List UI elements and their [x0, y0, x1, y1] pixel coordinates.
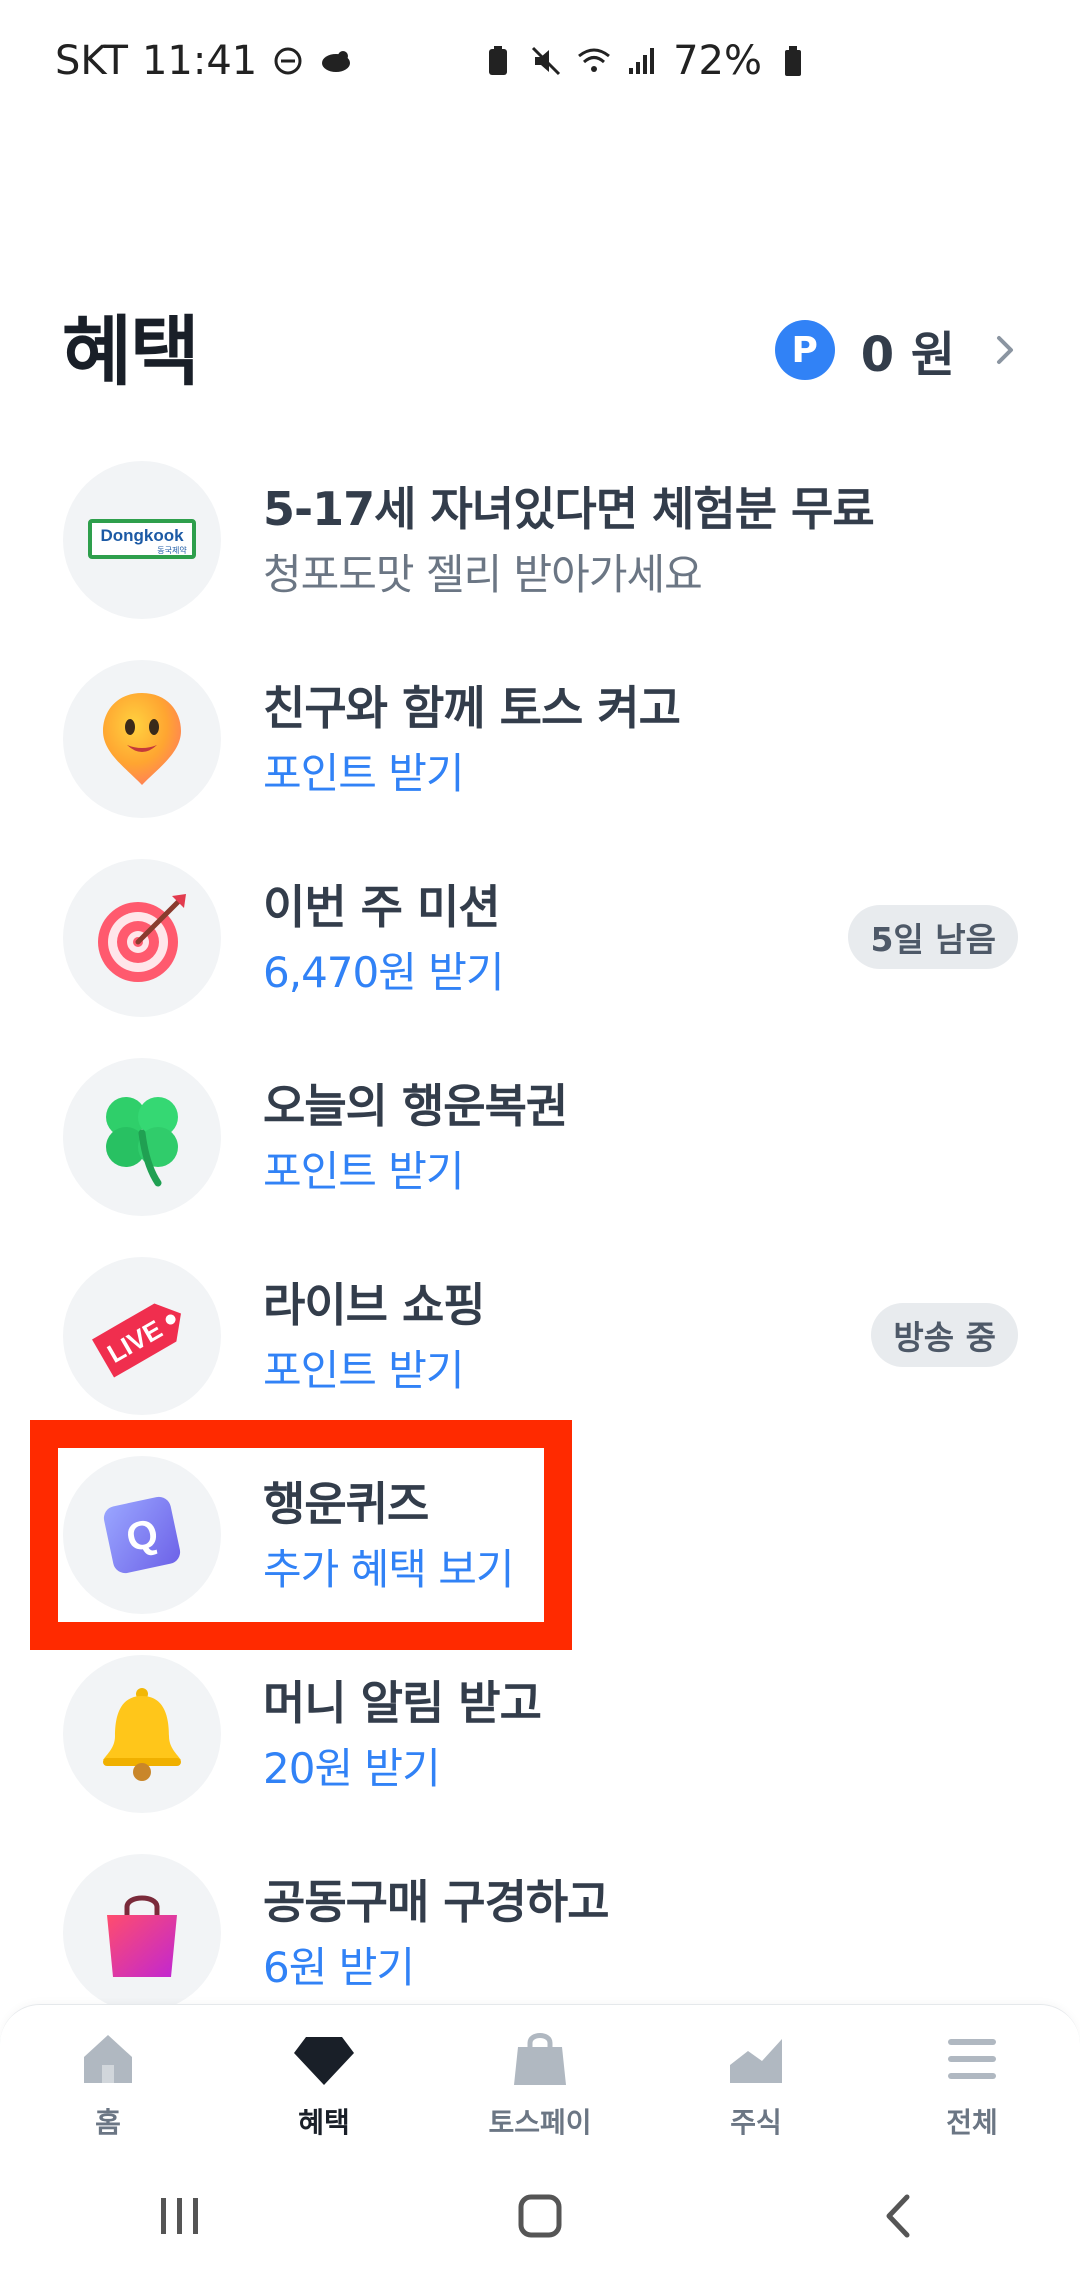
- list-item-money-alert[interactable]: 머니 알림 받고 20원 받기: [0, 1649, 1080, 1848]
- item-subtitle: 포인트 받기: [263, 749, 465, 798]
- list-item-lucky-lottery[interactable]: 오늘의 행운복권 포인트 받기: [0, 1052, 1080, 1251]
- nav-label: 전체: [946, 2106, 998, 2139]
- item-subtitle: 포인트 받기: [263, 1346, 465, 1395]
- quiz-cube-icon: Q: [63, 1456, 221, 1614]
- signal-icon: [629, 48, 655, 74]
- home-system-icon: [518, 2194, 562, 2238]
- live-tag-icon: LIVE: [63, 1257, 221, 1415]
- item-title: 공동구매 구경하고: [263, 1875, 610, 1929]
- nav-label: 홈: [95, 2106, 121, 2139]
- chart-icon: [730, 2039, 782, 2083]
- recent-apps-icon: [161, 2198, 198, 2234]
- nav-stocks[interactable]: 주식: [666, 2005, 846, 2152]
- menu-icon: [948, 2039, 996, 2079]
- chevron-right-icon: [997, 336, 1013, 364]
- bell-icon: [63, 1655, 221, 1813]
- list-item-friends-toss[interactable]: 친구와 함께 토스 켜고 포인트 받기: [0, 654, 1080, 853]
- nav-label: 주식: [730, 2106, 782, 2139]
- bag-icon: [514, 2033, 566, 2085]
- point-balance-button[interactable]: P 0 원: [774, 315, 1025, 385]
- item-subtitle: 포인트 받기: [263, 1147, 465, 1196]
- svg-text:Dongkook: Dongkook: [100, 526, 184, 545]
- smiley-pin-icon: [63, 660, 221, 818]
- list-item-live-shopping[interactable]: LIVE 라이브 쇼핑 포인트 받기 방송 중: [0, 1251, 1080, 1450]
- days-left-badge: 5일 남음: [848, 905, 1018, 969]
- back-icon: [886, 2194, 910, 2238]
- item-title: 라이브 쇼핑: [263, 1278, 486, 1332]
- item-title: 행운퀴즈: [263, 1477, 429, 1531]
- svg-text:동국제약: 동국제약: [157, 545, 187, 555]
- system-nav: [0, 2152, 1080, 2280]
- item-title: 오늘의 행운복권: [263, 1079, 568, 1133]
- item-subtitle: 20원 받기: [263, 1744, 441, 1793]
- point-amount: 0 원: [860, 327, 955, 383]
- page-title: 혜택: [62, 307, 200, 396]
- mute-icon: [532, 46, 561, 76]
- battery-icon: [785, 46, 801, 76]
- list-item-lucky-quiz[interactable]: Q 행운퀴즈 추가 혜택 보기: [0, 1450, 1080, 1649]
- app-notification-icon: [322, 51, 351, 72]
- nav-home[interactable]: 홈: [18, 2005, 198, 2152]
- nav-tosspay[interactable]: 토스페이: [450, 2005, 630, 2152]
- on-air-badge: 방송 중: [871, 1303, 1018, 1367]
- battery-saver-icon: [489, 46, 508, 75]
- clover-icon: [63, 1058, 221, 1216]
- nav-label: 혜택: [298, 2106, 350, 2139]
- carrier-label: SKT: [55, 38, 128, 84]
- item-title: 머니 알림 받고: [263, 1676, 542, 1730]
- clock: 11:41: [141, 38, 258, 84]
- list-item-weekly-mission[interactable]: 이번 주 미션 6,470원 받기 5일 남음: [0, 853, 1080, 1052]
- status-bar: SKT 11:41 72%: [0, 0, 1080, 130]
- dnd-icon: [274, 47, 302, 75]
- nav-benefits[interactable]: 혜택: [234, 2005, 414, 2152]
- nav-label: 토스페이: [488, 2106, 592, 2139]
- item-subtitle: 추가 혜택 보기: [263, 1545, 515, 1594]
- item-title: 5-17세 자녀있다면 체험분 무료: [263, 482, 875, 536]
- item-title: 이번 주 미션: [263, 880, 501, 934]
- item-title: 친구와 함께 토스 켜고: [263, 681, 681, 735]
- item-subtitle: 6,470원 받기: [263, 948, 505, 997]
- item-subtitle: 6원 받기: [263, 1943, 415, 1992]
- benefit-list: Dongkook 동국제약 5-17세 자녀있다면 체험분 무료 청포도맛 젤리…: [0, 455, 1080, 2047]
- gem-icon: [294, 2037, 354, 2085]
- back-button[interactable]: [840, 2176, 960, 2256]
- battery-percent: 72%: [673, 38, 762, 84]
- bottom-nav: 홈 혜택 토스페이 주식 전체: [0, 2004, 1080, 2152]
- list-item-kids-jelly[interactable]: Dongkook 동국제약 5-17세 자녀있다면 체험분 무료 청포도맛 젤리…: [0, 455, 1080, 654]
- nav-all[interactable]: 전체: [882, 2005, 1062, 2152]
- dongkook-logo: Dongkook 동국제약: [63, 461, 221, 619]
- home-icon: [84, 2035, 132, 2083]
- home-system-button[interactable]: [480, 2176, 600, 2256]
- wifi-icon: [578, 48, 611, 72]
- recent-apps-button[interactable]: [120, 2176, 240, 2256]
- shopping-bag-icon: [63, 1854, 221, 2012]
- target-icon: [63, 859, 221, 1017]
- item-subtitle: 청포도맛 젤리 받아가세요: [263, 550, 703, 599]
- point-icon: P: [774, 320, 835, 380]
